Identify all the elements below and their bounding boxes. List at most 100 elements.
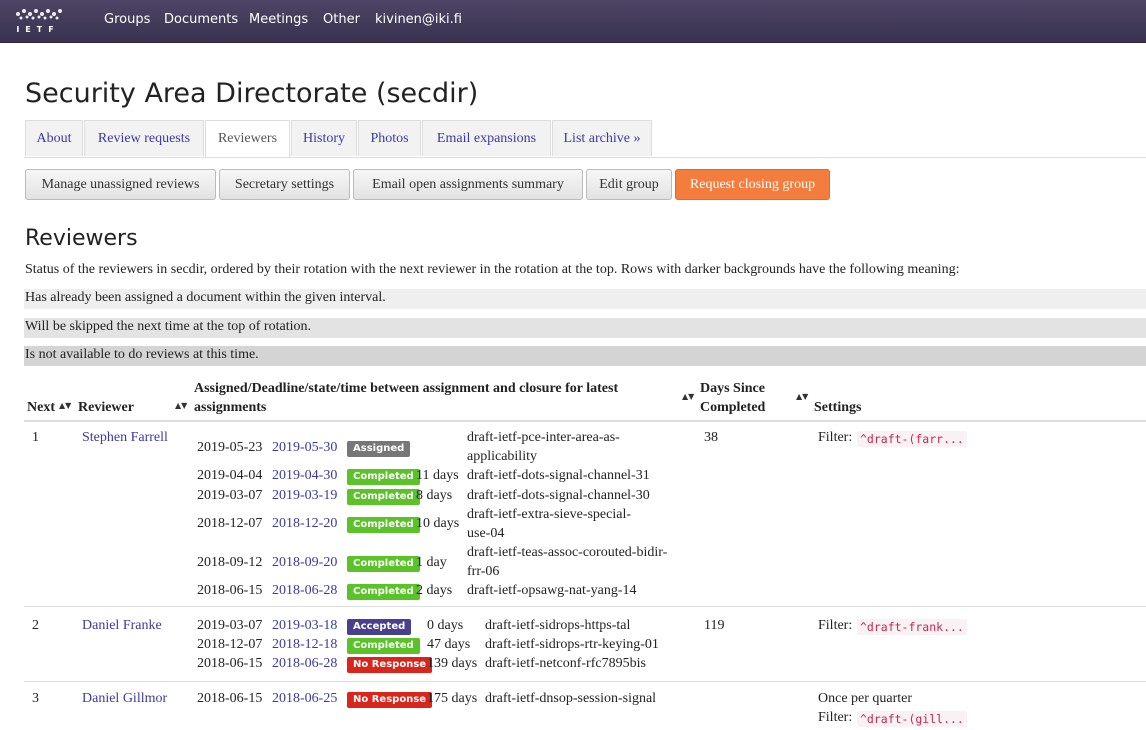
nav-user-account[interactable]: kivinen@iki.fi <box>375 12 462 27</box>
deadline-link[interactable]: 2018-06-28 <box>272 583 337 599</box>
tab-about[interactable]: About <box>25 120 83 156</box>
ietf-logo-icon[interactable]: IETF <box>12 4 64 36</box>
page-title: Security Area Directorate (secdir) <box>25 78 479 109</box>
tabs-divider <box>24 157 1146 158</box>
filter-code: ^draft-(gill... <box>857 711 967 727</box>
top-navbar: IETF Groups Documents Meetings Other kiv… <box>0 0 1146 43</box>
row-next: 3 <box>32 691 39 706</box>
status-badge: No Response <box>347 657 433 673</box>
sort-icon[interactable]: ▲▼ <box>682 392 694 401</box>
tab-list-archive[interactable]: List archive » <box>552 120 652 156</box>
nav-other[interactable]: Other <box>323 12 360 27</box>
header-settings: Settings <box>814 400 862 415</box>
tab-email-expansions[interactable]: Email expansions <box>422 120 551 156</box>
assigned-date: 2019-03-07 <box>197 488 263 503</box>
days-since-completed: 119 <box>704 618 725 633</box>
header-days-line1[interactable]: Days Since <box>700 379 765 398</box>
document-name: draft-ietf-sidrops-rtr-keying-01 <box>485 637 659 652</box>
header-assignments-line2[interactable]: assignments <box>194 398 266 417</box>
header-divider <box>24 420 1146 422</box>
reviewer-link[interactable]: Daniel Franke <box>82 618 162 634</box>
review-frequency: Once per quarter <box>818 691 913 706</box>
document-name-cont: frr-06 <box>467 564 500 579</box>
row-divider <box>24 606 1146 607</box>
assigned-date: 2018-12-07 <box>197 637 263 652</box>
status-badge: Completed <box>347 556 420 572</box>
document-name: draft-ietf-dots-signal-channel-30 <box>467 488 650 503</box>
review-time: 0 days <box>427 618 464 633</box>
assigned-date: 2018-06-15 <box>197 656 263 671</box>
review-time: 11 days <box>416 468 459 483</box>
assigned-date: 2018-06-15 <box>197 583 263 598</box>
nav-groups[interactable]: Groups <box>104 12 150 27</box>
filter-code: ^draft-(farr... <box>857 431 967 447</box>
nav-meetings[interactable]: Meetings <box>249 12 308 27</box>
deadline-link[interactable]: 2018-12-18 <box>272 637 337 653</box>
intro-text: Status of the reviewers in secdir, order… <box>25 262 960 277</box>
header-next[interactable]: Next <box>27 398 55 417</box>
reviewer-link[interactable]: Daniel Gillmor <box>82 691 167 707</box>
document-name-cont: applicability <box>467 449 537 464</box>
deadline-link[interactable]: 2018-12-20 <box>272 516 337 532</box>
row-next: 2 <box>32 618 39 633</box>
edit-group-button[interactable]: Edit group <box>586 169 672 200</box>
reviewer-link[interactable]: Stephen Farrell <box>82 430 168 446</box>
document-name: draft-ietf-dots-signal-channel-31 <box>467 468 650 483</box>
logo-text: IETF <box>16 25 59 34</box>
assigned-date: 2018-09-12 <box>197 555 263 570</box>
review-time: 2 days <box>416 583 453 598</box>
row-next: 1 <box>32 430 39 445</box>
assigned-date: 2019-04-04 <box>197 468 263 483</box>
deadline-link[interactable]: 2018-09-20 <box>272 555 337 571</box>
tab-photos[interactable]: Photos <box>358 120 421 156</box>
deadline-link[interactable]: 2019-05-30 <box>272 440 337 456</box>
assigned-date: 2018-12-07 <box>197 516 263 531</box>
status-badge: Completed <box>347 469 420 485</box>
status-badge: Completed <box>347 489 420 505</box>
assigned-date: 2019-03-07 <box>197 618 263 633</box>
deadline-link[interactable]: 2019-03-18 <box>272 618 337 634</box>
review-time: 8 days <box>416 488 453 503</box>
header-reviewer[interactable]: Reviewer <box>78 398 134 417</box>
sort-icon[interactable]: ▲▼ <box>796 392 808 401</box>
status-badge: Assigned <box>347 441 411 457</box>
header-days-line2[interactable]: Completed <box>700 398 765 417</box>
legend-skipped-text: Will be skipped the next time at the top… <box>25 319 311 334</box>
legend-assigned-row: Has already been assigned a document wit… <box>24 289 1146 309</box>
deadline-link[interactable]: 2018-06-28 <box>272 656 337 672</box>
manage-unassigned-reviews-button[interactable]: Manage unassigned reviews <box>25 169 216 200</box>
secretary-settings-button[interactable]: Secretary settings <box>219 169 350 200</box>
status-badge: Completed <box>347 584 420 600</box>
header-assignments-line1[interactable]: Assigned/Deadline/state/time between ass… <box>194 379 618 398</box>
document-name: draft-ietf-opsawg-nat-yang-14 <box>467 583 637 598</box>
tab-review-requests[interactable]: Review requests <box>84 120 204 156</box>
legend-unavailable-row: Is not available to do reviews at this t… <box>24 346 1146 366</box>
section-title: Reviewers <box>25 226 138 251</box>
filter-label: Filter: <box>818 710 853 725</box>
sort-icon[interactable]: ▲▼ <box>59 401 71 410</box>
tab-reviewers[interactable]: Reviewers <box>205 120 290 158</box>
nav-documents[interactable]: Documents <box>164 12 238 27</box>
review-time: 139 days <box>427 656 478 671</box>
document-name: draft-ietf-extra-sieve-special- <box>467 507 632 522</box>
document-name-cont: use-04 <box>467 526 505 541</box>
document-name: draft-ietf-dnsop-session-signal <box>485 691 657 706</box>
review-time: 1 day <box>416 555 447 570</box>
review-time: 10 days <box>416 516 460 531</box>
deadline-link[interactable]: 2019-04-30 <box>272 468 337 484</box>
status-badge: No Response <box>347 692 433 708</box>
legend-assigned-text: Has already been assigned a document wit… <box>25 290 386 305</box>
document-name: draft-ietf-sidrops-https-tal <box>485 618 631 633</box>
deadline-link[interactable]: 2019-03-19 <box>272 488 337 504</box>
filter-label: Filter: <box>818 430 853 445</box>
days-since-completed: 38 <box>704 430 718 445</box>
deadline-link[interactable]: 2018-06-25 <box>272 691 337 707</box>
sort-icon[interactable]: ▲▼ <box>175 401 187 410</box>
tab-history[interactable]: History <box>291 120 357 156</box>
email-open-assignments-button[interactable]: Email open assignments summary <box>353 169 583 200</box>
assigned-date: 2019-05-23 <box>197 440 263 455</box>
request-closing-group-button[interactable]: Request closing group <box>675 169 830 200</box>
status-badge: Completed <box>347 638 420 654</box>
status-badge: Completed <box>347 517 420 533</box>
legend-unavailable-text: Is not available to do reviews at this t… <box>25 347 259 362</box>
